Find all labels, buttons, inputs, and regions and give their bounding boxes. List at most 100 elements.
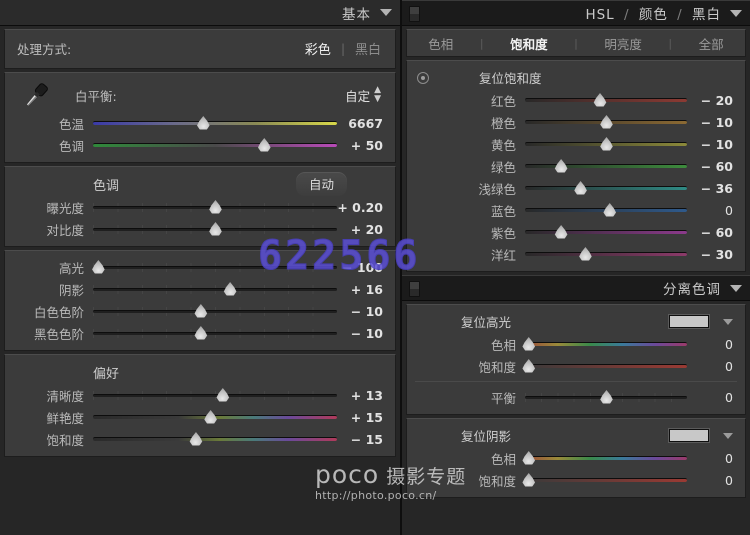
slider-track-green[interactable] (525, 156, 687, 176)
hsl-tab-strip: 色相 | 饱和度 | 明亮度 | 全部 (406, 29, 746, 57)
hsl-reset-label[interactable]: 复位饱和度 (479, 68, 542, 87)
tab-all[interactable]: 全部 (699, 34, 724, 53)
slider-label: 白色色阶 (5, 302, 93, 321)
tone-detail-section: 高光 − 100 阴影 + 16 白色色阶 − 10 (4, 250, 396, 351)
treatment-option-bw[interactable]: 黑白 (355, 39, 381, 58)
target-adjust-icon[interactable] (407, 72, 439, 84)
slider-track-exposure[interactable] (93, 197, 337, 217)
slider-row-shadows[interactable]: 阴影 + 16 (5, 278, 395, 300)
up-down-arrows-icon[interactable]: ▲▼ (374, 86, 381, 104)
panel-toggle-switch-icon[interactable] (409, 6, 420, 22)
slider-track-purple[interactable] (525, 222, 687, 242)
slider-row-shadow-saturation[interactable]: 饱和度 0 (407, 469, 745, 491)
shadows-color-swatch[interactable] (669, 429, 709, 442)
slider-track-highlights[interactable] (93, 257, 337, 277)
slider-row-shadow-hue[interactable]: 色相 0 (407, 447, 745, 469)
tab-luminance[interactable]: 明亮度 (604, 34, 642, 53)
slider-row-blue[interactable]: 蓝色 0 (407, 199, 745, 221)
split-tone-panel-header[interactable]: 分离色调 (402, 275, 750, 301)
white-balance-value[interactable]: 自定 (345, 86, 370, 105)
slider-row-highlight-saturation[interactable]: 饱和度 0 (407, 355, 745, 377)
slider-value: − 60 (687, 159, 739, 174)
slider-track-magenta[interactable] (525, 244, 687, 264)
slider-row-whites[interactable]: 白色色阶 − 10 (5, 300, 395, 322)
tab-saturation[interactable]: 饱和度 (510, 34, 548, 53)
slider-track-vibrance[interactable] (93, 407, 337, 427)
slider-track-contrast[interactable] (93, 219, 337, 239)
slider-track-clarity[interactable] (93, 385, 337, 405)
slider-track-orange[interactable] (525, 112, 687, 132)
slider-row-contrast[interactable]: 对比度 + 20 (5, 218, 395, 240)
slider-row-clarity[interactable]: 清晰度 + 13 (5, 384, 395, 406)
slider-track-saturation[interactable] (93, 429, 337, 449)
slider-row-temperature[interactable]: 色温 6667 (5, 112, 395, 134)
slider-label: 清晰度 (5, 386, 93, 405)
slider-track-shadows[interactable] (93, 279, 337, 299)
slider-track-yellow[interactable] (525, 134, 687, 154)
slider-value: + 13 (337, 388, 389, 403)
slider-row-red[interactable]: 红色 − 20 (407, 89, 745, 111)
hsl-panel-title: HSL / 颜色 / 黑白 (585, 3, 721, 23)
slider-row-green[interactable]: 绿色 − 60 (407, 155, 745, 177)
split-tone-highlights-section: 复位高光 色相 0 饱和度 0 (406, 304, 746, 415)
slider-track-tint[interactable] (93, 135, 337, 155)
slider-track-highlight-saturation[interactable] (525, 356, 687, 376)
slider-row-vibrance[interactable]: 鲜艳度 + 15 (5, 406, 395, 428)
chevron-down-icon[interactable] (380, 9, 392, 16)
slider-track-shadow-hue[interactable] (525, 448, 687, 468)
chevron-down-icon[interactable] (723, 319, 733, 325)
slider-value: 0 (687, 359, 739, 374)
slider-value: − 10 (337, 304, 389, 319)
white-balance-label: 白平衡: (75, 86, 117, 105)
slider-track-temperature[interactable] (93, 113, 337, 133)
chevron-down-icon[interactable] (730, 10, 742, 17)
slider-row-tint[interactable]: 色调 + 50 (5, 134, 395, 156)
slider-value: − 100 (337, 260, 389, 275)
split-tone-panel-title: 分离色调 (663, 278, 721, 298)
slider-value: 0 (687, 390, 739, 405)
slider-row-highlight-hue[interactable]: 色相 0 (407, 333, 745, 355)
slider-row-yellow[interactable]: 黄色 − 10 (407, 133, 745, 155)
hsl-panel-header[interactable]: HSL / 颜色 / 黑白 (402, 0, 750, 26)
slider-row-orange[interactable]: 橙色 − 10 (407, 111, 745, 133)
slider-track-red[interactable] (525, 90, 687, 110)
basic-panel-header[interactable]: 基本 (0, 0, 400, 26)
slider-value: 0 (687, 203, 739, 218)
slider-track-whites[interactable] (93, 301, 337, 321)
slider-label: 饱和度 (407, 471, 525, 490)
slider-row-blacks[interactable]: 黑色色阶 − 10 (5, 322, 395, 344)
slider-row-highlights[interactable]: 高光 − 100 (5, 256, 395, 278)
shadows-reset-label[interactable]: 复位阴影 (461, 426, 511, 445)
slider-track-balance[interactable] (525, 387, 687, 407)
highlights-color-swatch[interactable] (669, 315, 709, 328)
slider-track-highlight-hue[interactable] (525, 334, 687, 354)
slider-value: − 60 (687, 225, 739, 240)
chevron-down-icon[interactable] (723, 433, 733, 439)
shadows-reset-row: 复位阴影 (407, 424, 745, 447)
split-tone-divider (415, 381, 737, 382)
slider-value: − 10 (687, 115, 739, 130)
tab-hue[interactable]: 色相 (428, 34, 453, 53)
slider-track-aqua[interactable] (525, 178, 687, 198)
slider-row-exposure[interactable]: 曝光度 + 0.20 (5, 196, 395, 218)
slider-row-saturation[interactable]: 饱和度 − 15 (5, 428, 395, 450)
slider-value: 0 (687, 337, 739, 352)
slider-row-magenta[interactable]: 洋红 − 30 (407, 243, 745, 265)
slider-label: 高光 (5, 258, 93, 277)
slider-value: − 10 (337, 326, 389, 341)
eyedropper-icon[interactable] (13, 80, 59, 110)
auto-tone-button[interactable]: 自动 (296, 172, 347, 196)
treatment-option-color[interactable]: 彩色 (305, 39, 331, 58)
slider-track-blacks[interactable] (93, 323, 337, 343)
treatment-section: 处理方式: 彩色 | 黑白 (4, 29, 396, 69)
slider-row-purple[interactable]: 紫色 − 60 (407, 221, 745, 243)
slider-track-blue[interactable] (525, 200, 687, 220)
slider-row-aqua[interactable]: 浅绿色 − 36 (407, 177, 745, 199)
hsl-split-panel-column: HSL / 颜色 / 黑白 色相 | 饱和度 | 明亮度 | 全部 复位饱和度 … (400, 0, 750, 535)
slider-track-shadow-saturation[interactable] (525, 470, 687, 490)
highlights-reset-label[interactable]: 复位高光 (461, 312, 511, 331)
chevron-down-icon[interactable] (730, 285, 742, 292)
slider-row-balance[interactable]: 平衡 0 (407, 386, 745, 408)
slider-value: − 30 (687, 247, 739, 262)
panel-toggle-switch-icon[interactable] (409, 281, 420, 297)
